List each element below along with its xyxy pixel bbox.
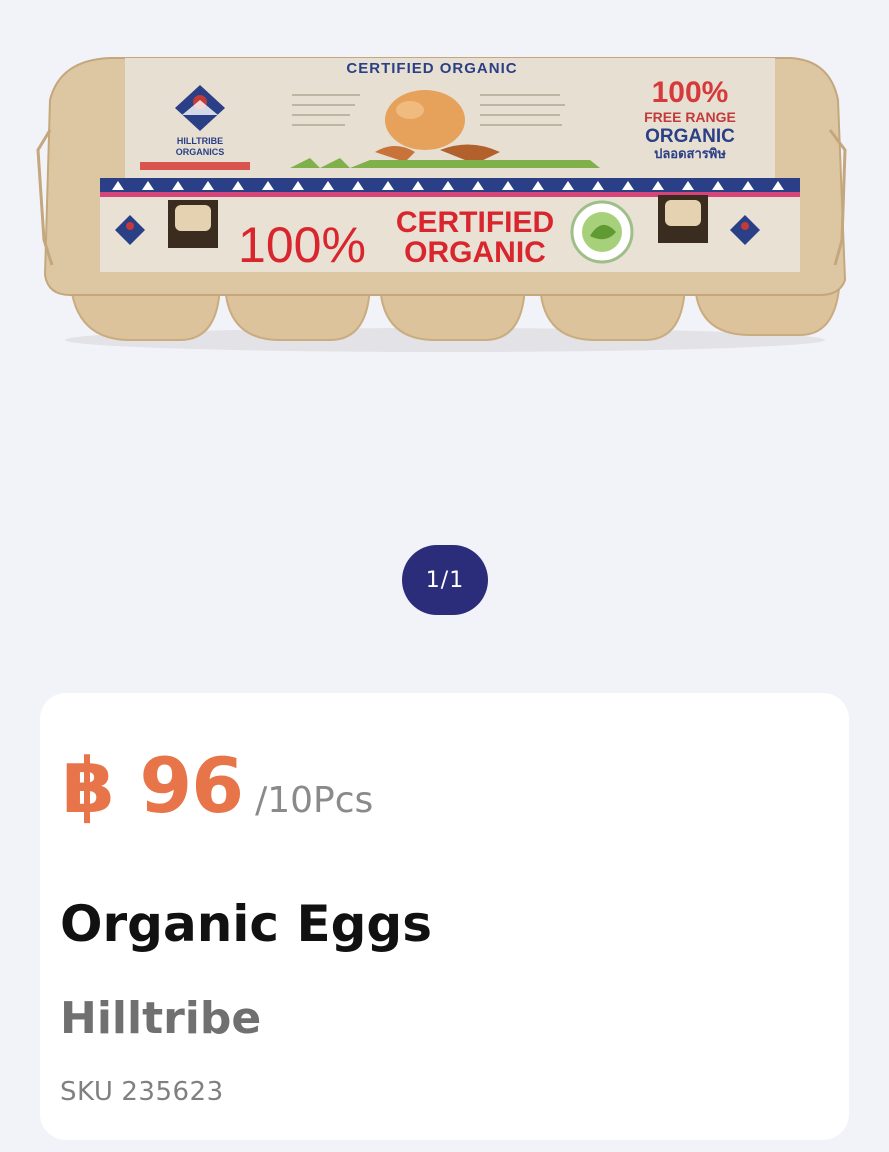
price-unit: /10Pcs <box>255 780 374 821</box>
sku-value: 235623 <box>121 1077 224 1107</box>
svg-text:CERTIFIED: CERTIFIED <box>396 206 554 239</box>
svg-text:100%: 100% <box>652 76 729 109</box>
product-sku: SKU 235623 <box>60 1077 224 1107</box>
product-gallery[interactable]: HILLTRIBE ORGANICS CERTIFIED ORGANIC 100… <box>0 0 889 640</box>
svg-text:ORGANIC: ORGANIC <box>404 236 546 269</box>
svg-text:HILLTRIBE: HILLTRIBE <box>177 136 223 146</box>
egg-carton-image: HILLTRIBE ORGANICS CERTIFIED ORGANIC 100… <box>36 57 847 352</box>
price: ฿ 96 <box>62 741 244 830</box>
svg-text:ORGANIC: ORGANIC <box>645 126 735 147</box>
price-row: ฿ 96 /10Pcs <box>62 741 373 830</box>
svg-text:ปลอดสารพิษ: ปลอดสารพิษ <box>654 147 726 162</box>
product-info-card: ฿ 96 /10Pcs Organic Eggs Hilltribe SKU 23… <box>40 693 849 1140</box>
image-pager-indicator: 1/1 <box>402 545 488 615</box>
svg-text:100%: 100% <box>238 217 366 273</box>
svg-text:CERTIFIED ORGANIC: CERTIFIED ORGANIC <box>346 60 517 77</box>
product-name: Organic Eggs <box>60 895 432 953</box>
organic-seal-icon <box>570 200 634 264</box>
svg-text:FREE RANGE: FREE RANGE <box>644 109 736 125</box>
product-brand[interactable]: Hilltribe <box>60 993 261 1044</box>
svg-text:ORGANICS: ORGANICS <box>176 147 225 157</box>
sku-label: SKU <box>60 1077 114 1107</box>
